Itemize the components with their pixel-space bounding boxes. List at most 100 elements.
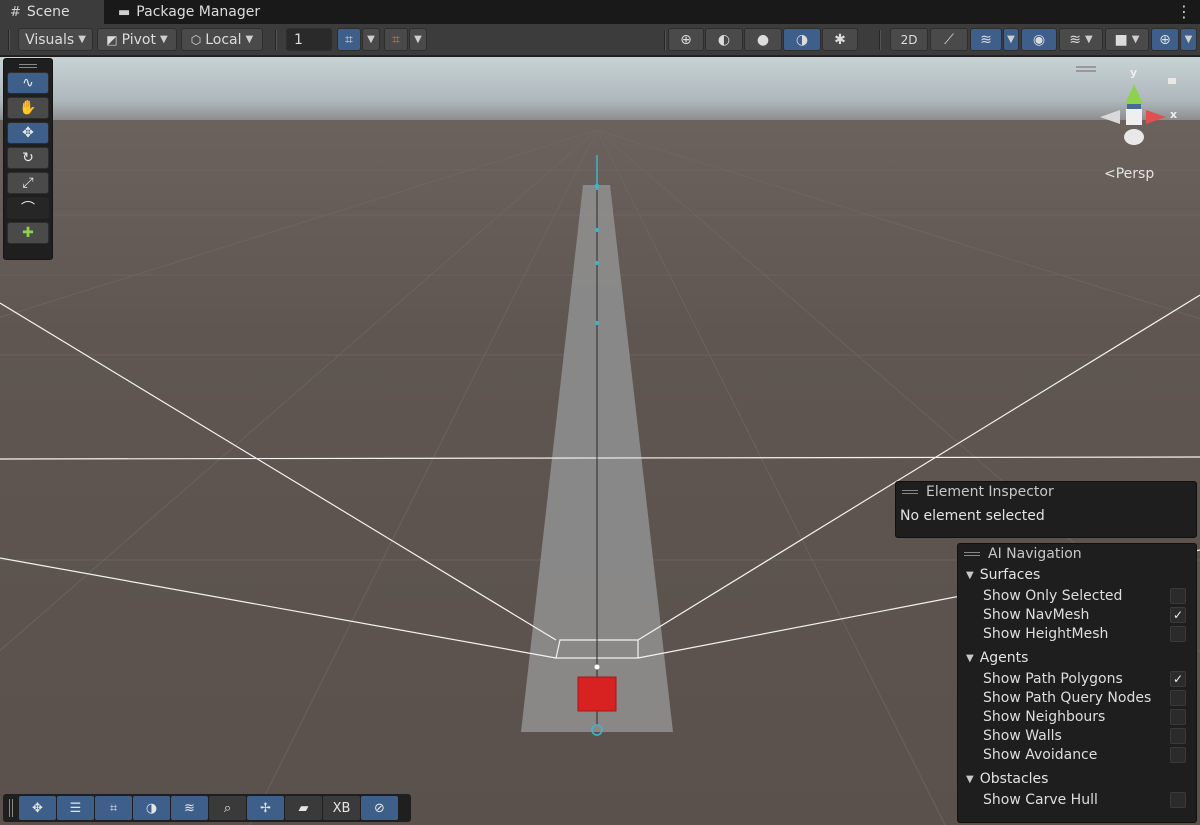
2d-icon: 2D <box>900 32 918 47</box>
projection-toggle[interactable]: <Persp <box>1104 166 1154 182</box>
bottom-compass-button[interactable]: ⊘ <box>361 796 398 820</box>
light-off-icon: ⟋ <box>944 31 954 48</box>
toolbar-separator <box>664 30 666 50</box>
lighting-toggle-button[interactable]: ⟋ <box>930 28 968 51</box>
option-label: Show Avoidance <box>983 746 1098 763</box>
show-carve-hull-checkbox[interactable] <box>1170 791 1186 808</box>
more-options-icon[interactable]: ⋮ <box>1176 2 1192 21</box>
grid-icon: ⌗ <box>109 800 118 816</box>
layers-icon: ≋ <box>1069 31 1082 48</box>
bottom-xb-button[interactable]: XB <box>323 796 360 820</box>
shaded-sphere-icon: ◑ <box>145 800 158 816</box>
wireframe-mode-button[interactable]: ⊕ <box>668 28 704 51</box>
scale-icon: ⤢ <box>22 175 34 191</box>
xb-label: XB <box>332 800 351 816</box>
increment-snap-menu[interactable]: ▼ <box>409 28 427 51</box>
gizmo-drag-handle-lower[interactable] <box>1076 70 1096 72</box>
bottom-navmesh-button[interactable]: ≋ <box>171 796 208 820</box>
lock-icon[interactable] <box>1168 78 1176 84</box>
bottom-move-button[interactable]: ✥ <box>19 796 56 820</box>
search-icon: ⌕ <box>223 800 232 816</box>
agents-section-toggle[interactable]: ▼ Agents <box>958 647 1196 669</box>
option-show-only-selected: Show Only Selected <box>958 586 1196 605</box>
overlay-grip[interactable] <box>19 64 37 68</box>
gizmos-toggle-button[interactable]: ⊕ <box>1151 28 1179 51</box>
bottom-settings-button[interactable]: ☰ <box>57 796 94 820</box>
sliders-icon: ☰ <box>69 800 82 816</box>
bottom-shading-button[interactable]: ◑ <box>133 796 170 820</box>
obstacles-section-toggle[interactable]: ▼ Obstacles <box>958 768 1196 790</box>
pivot-dropdown[interactable]: ◩ Pivot ▼ <box>97 28 177 51</box>
show-heightmesh-checkbox[interactable] <box>1170 625 1186 642</box>
2d-toggle-button[interactable]: 2D <box>890 28 928 51</box>
fx-toggle-button[interactable]: ≋ <box>970 28 1002 51</box>
hand-tool-button[interactable]: ✋ <box>7 97 49 119</box>
grid-snap-menu[interactable]: ▼ <box>362 28 380 51</box>
camera-dropdown[interactable]: ■ ▼ <box>1105 28 1149 51</box>
overlay-grip[interactable] <box>9 799 13 817</box>
tab-scene[interactable]: # Scene <box>0 0 104 24</box>
shaded-wireframe-icon: ◐ <box>717 31 731 48</box>
rotate-tool-button[interactable]: ↻ <box>7 147 49 169</box>
move-icon: ✥ <box>32 800 43 816</box>
increment-snap-icon: ⌗ <box>392 31 400 48</box>
shaded-mode-button[interactable]: ◑ <box>783 28 821 51</box>
path-tool-button[interactable]: ∿ <box>7 72 49 94</box>
debug-mode-button[interactable]: ✱ <box>822 28 858 51</box>
ai-navigation-header[interactable]: AI Navigation <box>958 544 1196 564</box>
surfaces-section-toggle[interactable]: ▼ Surfaces <box>958 564 1196 586</box>
spline-tool-button[interactable]: ⌒ <box>7 197 49 219</box>
element-inspector-header[interactable]: Element Inspector <box>896 482 1196 502</box>
ai-navigation-title: AI Navigation <box>988 546 1082 562</box>
element-inspector-title: Element Inspector <box>926 484 1054 500</box>
bottom-camera-button[interactable]: ▰ <box>285 796 322 820</box>
gizmo-drag-handle[interactable] <box>1076 66 1096 68</box>
show-avoidance-checkbox[interactable] <box>1170 746 1186 763</box>
tab-bar: # Scene ▬ Package Manager ⋮ <box>0 0 1200 24</box>
custom-tool-button[interactable]: ✚ <box>7 222 49 244</box>
bottom-search-button[interactable]: ⌕ <box>209 796 246 820</box>
gizmos-menu[interactable]: ▼ <box>1180 28 1197 51</box>
move-tool-button[interactable]: ✥ <box>7 122 49 144</box>
show-path-polygons-checkbox[interactable]: ✓ <box>1170 670 1186 687</box>
overlay-grip[interactable] <box>902 490 918 494</box>
agent-red-cube[interactable] <box>577 676 617 712</box>
tab-package-manager-label: Package Manager <box>136 4 261 20</box>
chevron-down-icon: ▼ <box>245 34 254 45</box>
grid-snap-toggle[interactable]: ⌗ <box>337 28 361 51</box>
increment-snap-toggle[interactable]: ⌗ <box>384 28 408 51</box>
draw-mode-dropdown[interactable]: ≋ ▼ <box>1059 28 1103 51</box>
option-show-walls: Show Walls <box>958 726 1196 745</box>
gizmo-axis-x-label: x <box>1170 108 1178 121</box>
shaded-sphere-icon: ◑ <box>795 31 809 48</box>
scale-tool-button[interactable]: ⤢ <box>7 172 49 194</box>
local-dropdown[interactable]: ⬡ Local ▼ <box>181 28 263 51</box>
bottom-pivot-button[interactable]: ✢ <box>247 796 284 820</box>
bottom-grid-button[interactable]: ⌗ <box>95 796 132 820</box>
option-label: Show Path Query Nodes <box>983 689 1152 706</box>
visuals-dropdown[interactable]: Visuals ▼ <box>18 28 93 51</box>
overlay-grip[interactable] <box>964 552 980 556</box>
option-label: Show Only Selected <box>983 587 1123 604</box>
chevron-left-icon: < <box>1104 166 1116 182</box>
fx-menu[interactable]: ▼ <box>1003 28 1019 51</box>
move-icon: ✥ <box>22 125 34 141</box>
show-path-query-nodes-checkbox[interactable] <box>1170 689 1186 706</box>
shaded-wireframe-button[interactable]: ◐ <box>705 28 743 51</box>
camera-icon: ▰ <box>298 800 309 816</box>
bottom-overlay-toolbar: ✥ ☰ ⌗ ◑ ≋ ⌕ ✢ ▰ XB ⊘ <box>3 794 411 822</box>
chevron-down-icon: ▼ <box>160 34 168 45</box>
cube-icon: ⬡ <box>190 32 202 47</box>
tab-package-manager[interactable]: ▬ Package Manager <box>104 0 272 24</box>
ai-navigation-overlay: AI Navigation ▼ Surfaces Show Only Selec… <box>957 543 1197 823</box>
scene-visibility-button[interactable]: ◉ <box>1021 28 1057 51</box>
show-only-selected-checkbox[interactable] <box>1170 587 1186 604</box>
show-navmesh-checkbox[interactable]: ✓ <box>1170 606 1186 623</box>
grid-size-input[interactable]: 1 <box>286 28 332 51</box>
show-neighbours-checkbox[interactable] <box>1170 708 1186 725</box>
show-walls-checkbox[interactable] <box>1170 727 1186 744</box>
unlit-mode-button[interactable]: ● <box>744 28 782 51</box>
custom-tool-icon: ✚ <box>22 225 34 241</box>
camera-icon: ■ <box>1114 31 1128 48</box>
bug-icon: ✱ <box>834 31 846 48</box>
